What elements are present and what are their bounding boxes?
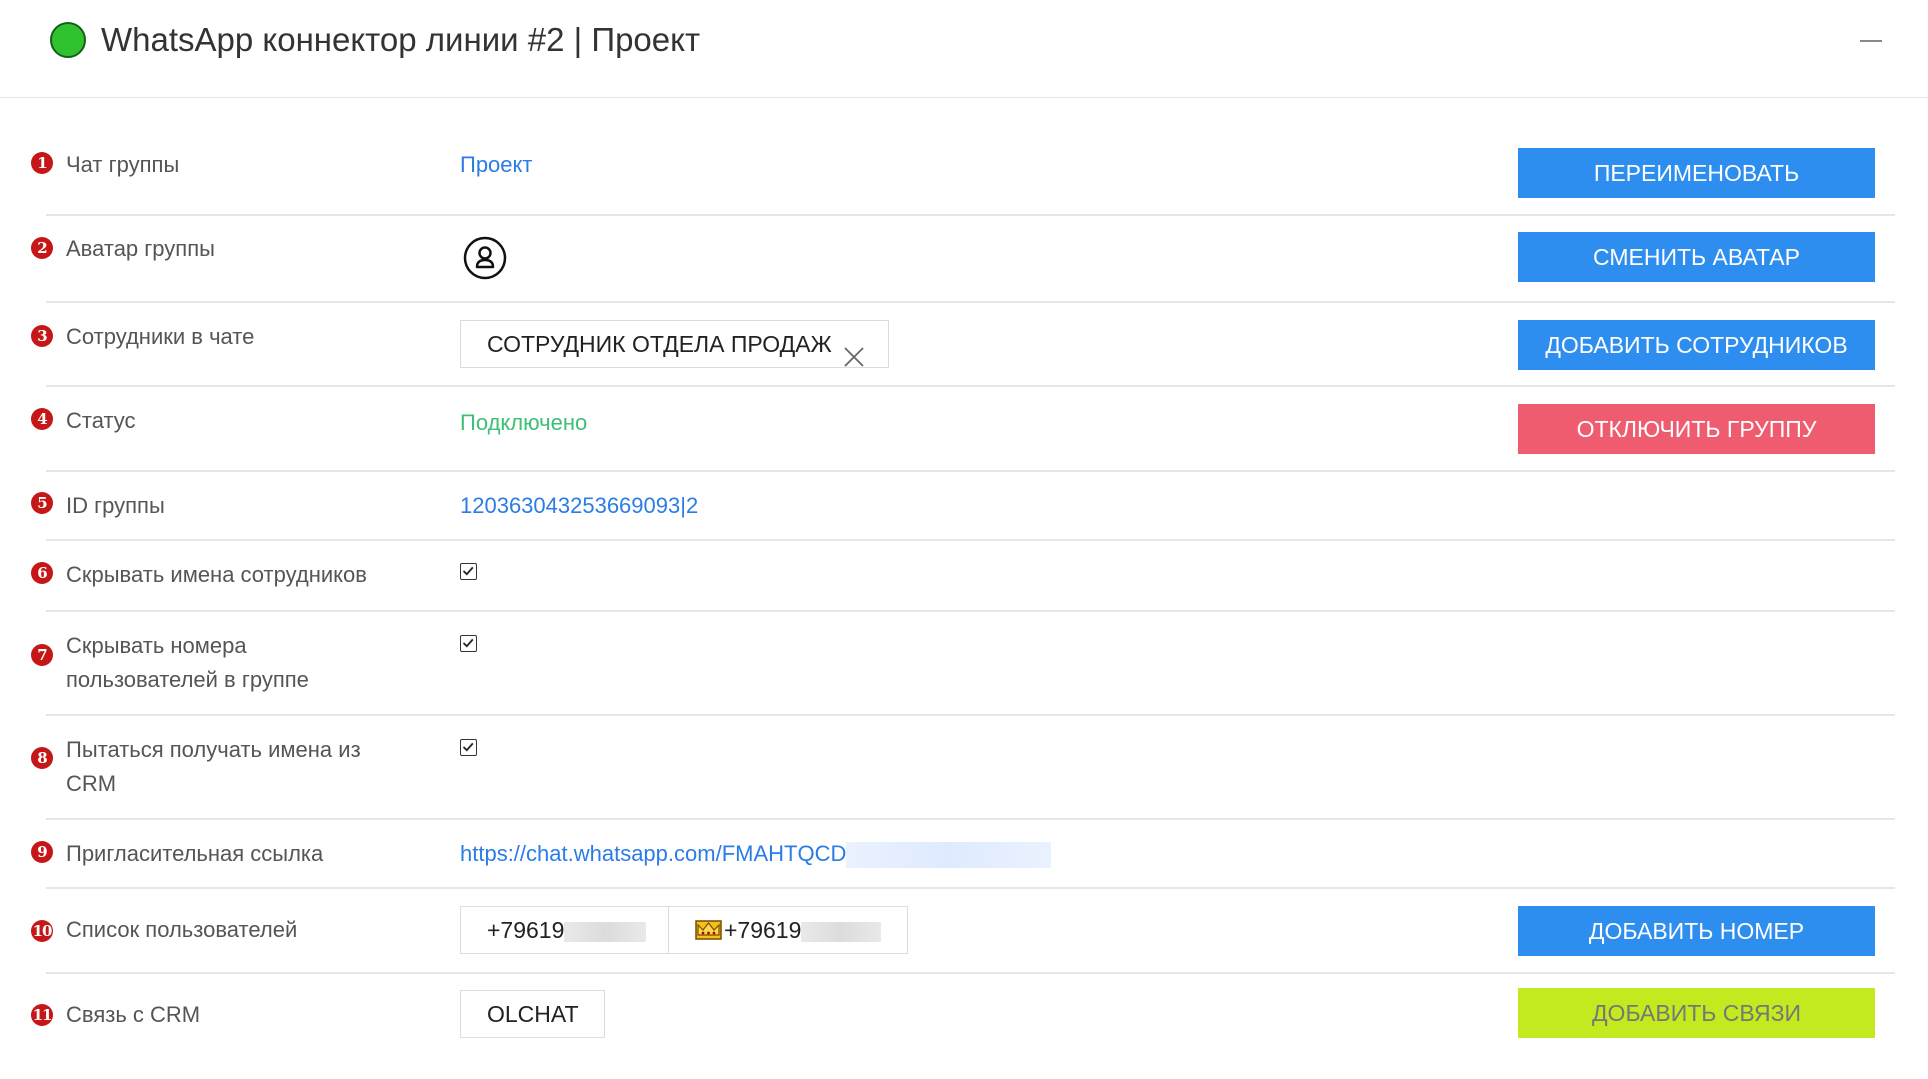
status-indicator	[50, 22, 86, 58]
user-phone: +79619	[487, 917, 565, 943]
divider	[46, 714, 1895, 716]
disconnect-group-button[interactable]: ОТКЛЮЧИТЬ ГРУППУ	[1518, 404, 1875, 454]
crm-names-label-line2: CRM	[66, 771, 117, 796]
divider	[46, 385, 1895, 387]
hide-numbers-label-line2: пользователей в группе	[66, 667, 309, 692]
hide-numbers-checkbox[interactable]	[460, 635, 477, 652]
hide-names-checkbox[interactable]	[460, 563, 477, 580]
admin-user-phone: +79619	[724, 917, 802, 943]
staff-tag: СОТРУДНИК ОТДЕЛА ПРОДАЖ	[460, 320, 889, 368]
row-number-badge: 1	[31, 152, 53, 174]
add-number-button[interactable]: ДОБАВИТЬ НОМЕР	[1518, 906, 1875, 956]
invite-link[interactable]: https://chat.whatsapp.com/FMAHTQCD	[460, 837, 1052, 871]
chat-group-name-link[interactable]: Проект	[460, 148, 532, 182]
invite-link-label: Пригласительная ссылка	[66, 841, 324, 866]
divider	[46, 539, 1895, 541]
group-id-value[interactable]: 120363043253669093|2	[460, 489, 698, 523]
row-number-badge: 7	[31, 644, 53, 666]
divider	[46, 610, 1895, 612]
divider	[46, 470, 1895, 472]
row-number-badge: 10	[31, 920, 53, 942]
crm-names-checkbox[interactable]	[460, 739, 477, 756]
staff-in-chat-label: Сотрудники в чате	[66, 324, 255, 349]
crm-names-label: Пытаться получать имена из	[66, 737, 361, 762]
staff-tag-label: СОТРУДНИК ОТДЕЛА ПРОДАЖ	[487, 331, 832, 357]
minimize-icon[interactable]	[1860, 40, 1882, 42]
group-avatar-label: Аватар группы	[66, 236, 215, 261]
window-title: WhatsApp коннектор линии #2 | Проект	[101, 21, 701, 58]
hide-names-label: Скрывать имена сотрудников	[66, 562, 367, 587]
remove-tag-icon[interactable]	[844, 336, 864, 382]
status-value: Подключено	[460, 410, 588, 435]
user-tag[interactable]: +79619	[460, 906, 669, 954]
group-id-label: ID группы	[66, 493, 165, 518]
invite-link-text[interactable]: https://chat.whatsapp.com/FMAHTQCD	[460, 841, 846, 866]
rename-button[interactable]: ПЕРЕИМЕНОВАТЬ	[1518, 148, 1875, 198]
divider	[46, 301, 1895, 303]
divider	[46, 887, 1895, 889]
row-number-badge: 3	[31, 325, 53, 347]
row-number-badge: 4	[31, 408, 53, 430]
row-number-badge: 6	[31, 562, 53, 584]
row-number-badge: 8	[31, 747, 53, 769]
redacted-phone	[801, 921, 882, 942]
change-avatar-button[interactable]: СМЕНИТЬ АВАТАР	[1518, 232, 1875, 282]
add-links-button[interactable]: ДОБАВИТЬ СВЯЗИ	[1518, 988, 1875, 1038]
chat-group-label: Чат группы	[66, 152, 180, 177]
status-label: Статус	[66, 408, 136, 433]
crm-link-label: Связь с CRM	[66, 1002, 201, 1027]
users-list-label: Список пользователей	[66, 917, 298, 942]
redacted-phone	[564, 921, 647, 942]
user-circle-icon[interactable]	[463, 236, 507, 285]
divider	[46, 214, 1895, 216]
row-number-badge: 5	[31, 492, 53, 514]
row-number-badge: 11	[31, 1004, 53, 1026]
divider	[46, 972, 1895, 974]
crm-tag[interactable]: OLCHAT	[460, 990, 605, 1038]
hide-numbers-label: Скрывать номера	[66, 633, 247, 658]
divider	[46, 818, 1895, 820]
admin-user-tag[interactable]: +79619	[668, 906, 908, 954]
row-number-badge: 9	[31, 841, 53, 863]
crown-icon	[695, 909, 722, 955]
redacted-link-part	[846, 842, 1052, 869]
window-header: WhatsApp коннектор линии #2 | Проект	[0, 0, 1928, 98]
add-staff-button[interactable]: ДОБАВИТЬ СОТРУДНИКОВ	[1518, 320, 1875, 370]
row-number-badge: 2	[31, 237, 53, 259]
